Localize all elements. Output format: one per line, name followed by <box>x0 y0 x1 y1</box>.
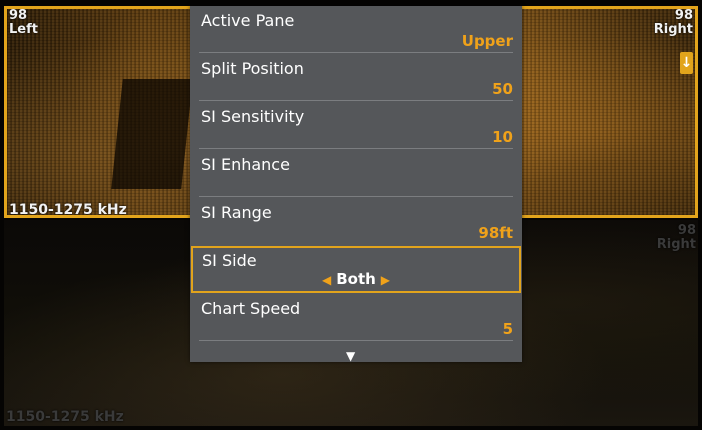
divider <box>199 148 513 149</box>
lower-right-side: Right <box>656 237 696 252</box>
si-side-value: Both <box>336 270 376 288</box>
upper-right-range: 98 <box>674 8 693 23</box>
menu-item-label: SI Side <box>202 251 257 270</box>
left-triangle-icon[interactable]: ◀ <box>322 273 331 287</box>
menu-item-value: Upper <box>461 32 513 50</box>
divider <box>199 340 513 341</box>
sonar-settings-menu: Active Pane Upper Split Position 50 SI S… <box>190 6 522 363</box>
divider <box>199 52 513 53</box>
upper-left-side: Left <box>9 22 38 37</box>
upper-frequency: 1150-1275 kHz <box>9 202 127 218</box>
divider <box>199 196 513 197</box>
sonar-screen: 98 Left 98 Right 1150-1275 kHz ↓ 98 Righ… <box>0 0 702 430</box>
menu-item-label: Chart Speed <box>201 299 301 318</box>
menu-item-label: SI Range <box>201 203 272 222</box>
lower-frequency: 1150-1275 kHz <box>6 409 124 425</box>
menu-item-split-position[interactable]: Split Position 50 <box>190 54 522 101</box>
upper-left-range: 98 <box>9 8 28 23</box>
menu-item-label: Split Position <box>201 59 304 78</box>
menu-item-value: 98ft <box>478 224 513 242</box>
menu-item-label: SI Sensitivity <box>201 107 305 126</box>
menu-item-chart-speed[interactable]: Chart Speed 5 <box>190 294 522 341</box>
upper-right-side: Right <box>653 22 693 37</box>
menu-item-value: 5 <box>502 320 513 338</box>
menu-item-label: Active Pane <box>201 11 295 30</box>
right-triangle-icon[interactable]: ▶ <box>381 273 390 287</box>
menu-item-si-sensitivity[interactable]: SI Sensitivity 10 <box>190 102 522 149</box>
menu-item-label: SI Enhance <box>201 155 290 174</box>
menu-item-active-pane[interactable]: Active Pane Upper <box>190 6 522 53</box>
menu-item-value: 10 <box>492 128 513 146</box>
menu-item-value: 50 <box>492 80 513 98</box>
divider <box>199 100 513 101</box>
menu-item-si-range[interactable]: SI Range 98ft <box>190 198 522 245</box>
si-side-picker[interactable]: ◀ Both ▶ <box>193 270 519 288</box>
lower-right-range: 98 <box>677 223 696 238</box>
menu-item-si-side[interactable]: SI Side ◀ Both ▶ <box>191 246 521 293</box>
down-arrow-icon: ↓ <box>680 52 693 74</box>
sonar-shadow <box>111 79 193 189</box>
down-triangle-icon[interactable]: ▼ <box>346 349 355 363</box>
menu-item-si-enhance[interactable]: SI Enhance <box>190 150 522 197</box>
